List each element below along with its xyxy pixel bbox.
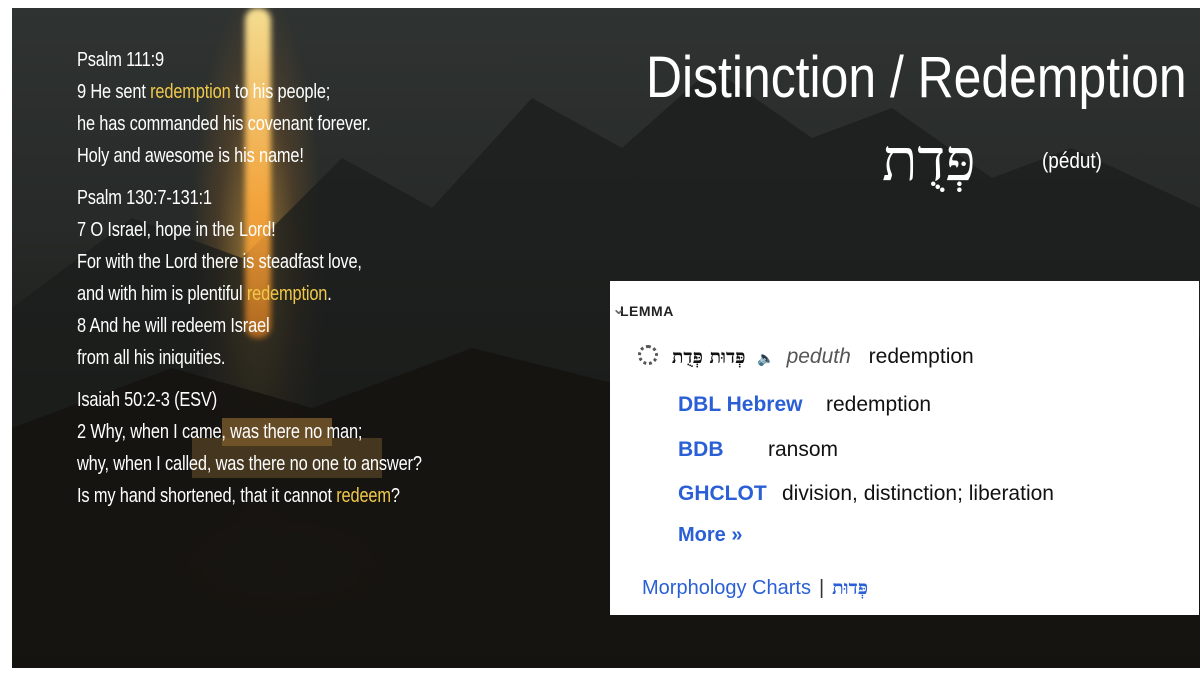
verse-line: why, when I called, was there no one to …: [77, 453, 422, 475]
verse-line: he has commanded his covenant forever.: [77, 113, 371, 135]
definition-text: ransom: [768, 438, 839, 461]
definition-text: redemption: [826, 393, 932, 416]
definition-text: division, distinction; liberation: [782, 482, 1054, 505]
verse-line: Holy and awesome is his name!: [77, 145, 304, 167]
verse-line: 2 Why, when I came, was there no man;: [77, 421, 363, 443]
morphology-hebrew-link[interactable]: פְּדוּת: [832, 577, 868, 599]
verse-line: from all his iniquities.: [77, 347, 226, 369]
slide-title: Distinction / Redemption: [646, 45, 1187, 110]
definition-row: DBL Hebrew redemption: [678, 393, 931, 417]
definition-row: BDB ransom: [678, 438, 838, 462]
lemma-heading: LEMMA: [620, 303, 674, 319]
definition-row: GHCLOT division, distinction; liberation: [678, 482, 1054, 506]
verse-line: For with the Lord there is steadfast lov…: [77, 251, 362, 273]
morphology-row: Morphology Charts | פְּדוּת: [642, 577, 869, 599]
lemma-transliteration: peduth: [786, 345, 851, 368]
lemma-header[interactable]: ⌄ LEMMA: [612, 301, 674, 319]
spinner-icon: [638, 345, 658, 365]
source-link[interactable]: GHCLOT: [678, 482, 782, 506]
morphology-charts-link[interactable]: Morphology Charts: [642, 577, 811, 599]
lemma-hebrew: פְּדוּת פְּדֻת: [671, 346, 746, 368]
transliteration: (pédut): [1042, 148, 1102, 173]
lemma-panel: ⌄ LEMMA פְּדוּת פְּדֻת 🔈 peduth redempti…: [610, 281, 1199, 615]
verse-ref-1: Psalm 111:9: [77, 49, 164, 71]
verse-line: and with him is plentiful redemption.: [77, 283, 332, 305]
lemma-entry: פְּדוּת פְּדֻת 🔈 peduth redemption: [638, 345, 974, 369]
slide: Psalm 111:9 9 He sent redemption to his …: [12, 8, 1200, 668]
verse-line: 9 He sent redemption to his people;: [77, 81, 331, 103]
speaker-icon[interactable]: 🔈: [757, 350, 774, 366]
verses-panel: Psalm 111:9 9 He sent redemption to his …: [77, 44, 520, 512]
lemma-gloss: redemption: [868, 345, 974, 368]
verse-line: 8 And he will redeem Israel: [77, 315, 270, 337]
source-link[interactable]: DBL Hebrew: [678, 393, 826, 417]
source-link[interactable]: BDB: [678, 438, 768, 462]
verse-line: 7 O Israel, hope in the Lord!: [77, 219, 276, 241]
chevron-down-icon[interactable]: ⌄: [612, 299, 626, 319]
more-link[interactable]: More »: [678, 524, 742, 547]
verse-ref-3: Isaiah 50:2-3 (ESV): [77, 389, 218, 411]
verse-line: Is my hand shortened, that it cannot red…: [77, 485, 400, 507]
hebrew-word: פְּדֻת: [882, 126, 976, 194]
verse-ref-2: Psalm 130:7-131:1: [77, 187, 212, 209]
